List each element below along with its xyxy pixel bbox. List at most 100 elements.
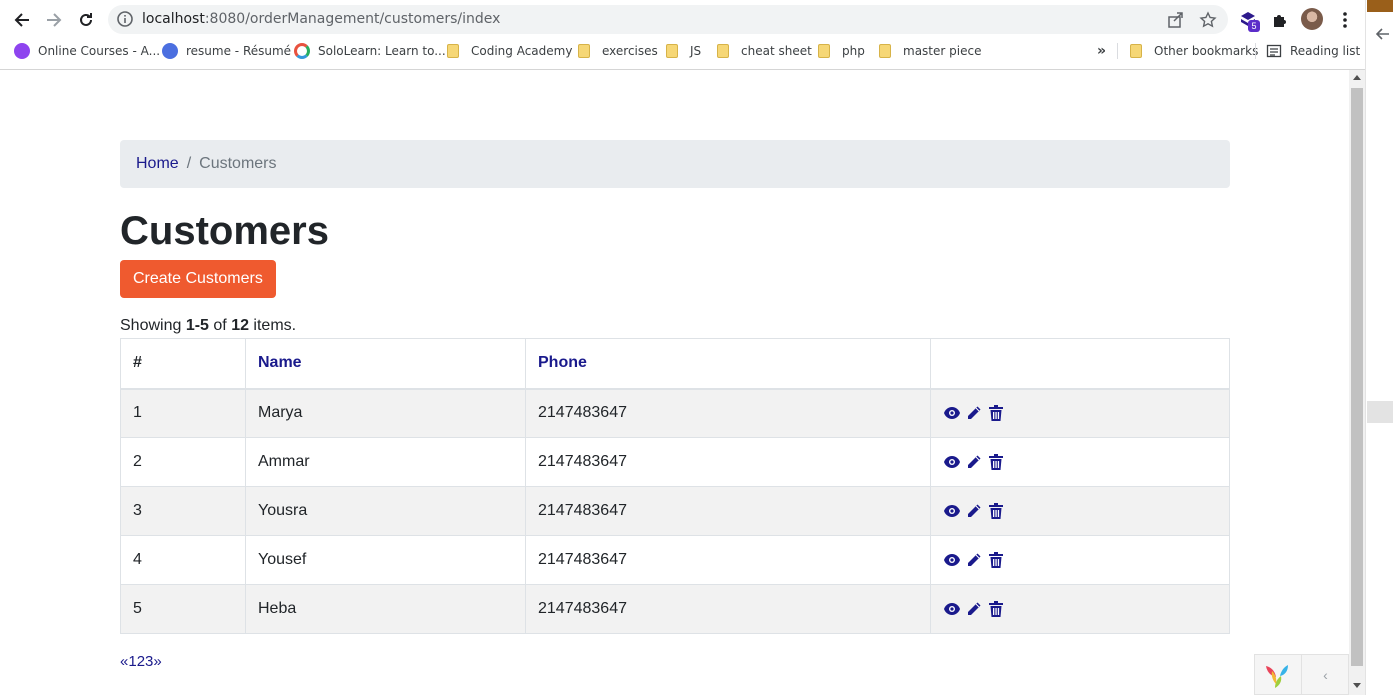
- bookmark-cheat-sheet[interactable]: cheat sheet: [715, 42, 812, 60]
- bookmark-php[interactable]: php: [816, 42, 865, 60]
- view-icon[interactable]: [943, 600, 961, 618]
- breadcrumb: Home / Customers: [120, 140, 1230, 188]
- view-icon[interactable]: [943, 502, 961, 520]
- bookmark-exercises[interactable]: exercises: [576, 42, 658, 60]
- bookmark-label: resume - Résumé: [186, 44, 292, 58]
- bookmark-coding-academy[interactable]: Coding Academy: [445, 42, 572, 60]
- pagination-page-2[interactable]: 2: [137, 653, 145, 670]
- profile-avatar[interactable]: [1301, 8, 1323, 30]
- debug-toolbar[interactable]: ‹: [1254, 654, 1349, 695]
- bookmark-label: exercises: [602, 44, 658, 58]
- column-header-num: #: [120, 338, 246, 390]
- view-icon[interactable]: [943, 404, 961, 422]
- row-actions: [943, 600, 1217, 618]
- bookmarks-divider: [1117, 43, 1118, 59]
- pagination-page-3[interactable]: 3: [145, 653, 153, 670]
- delete-icon[interactable]: [987, 502, 1005, 520]
- summary-prefix: Showing: [120, 317, 186, 334]
- bookmarks-divider: [1255, 43, 1256, 59]
- bookmark-online-courses[interactable]: Online Courses - A...: [14, 42, 160, 60]
- sort-by-phone-link[interactable]: Phone: [538, 354, 587, 371]
- reading-list-button[interactable]: Reading list: [1266, 42, 1360, 60]
- delete-icon[interactable]: [987, 453, 1005, 471]
- table-row: 1 Marya 2147483647: [120, 388, 1230, 438]
- table-body: 1 Marya 2147483647 2 Ammar 2147483647 3 Yousra 2…: [120, 388, 1230, 634]
- overflow-chevron-icon: »: [1097, 43, 1107, 59]
- reload-icon: [80, 13, 92, 26]
- scroll-thumb[interactable]: [1351, 88, 1363, 666]
- delete-icon[interactable]: [987, 551, 1005, 569]
- bookmark-other-bookmarks[interactable]: Other bookmarks: [1128, 42, 1258, 60]
- scroll-up-arrow[interactable]: [1353, 75, 1361, 80]
- cell-actions: [930, 388, 1230, 438]
- extensions-menu-button[interactable]: [1268, 8, 1292, 32]
- page-content: Home / Customers Customers Create Custom…: [0, 71, 1349, 695]
- cell-num: 2: [120, 437, 246, 487]
- adjacent-window-panel: [1367, 401, 1393, 423]
- share-icon[interactable]: [1167, 11, 1185, 29]
- create-customers-button[interactable]: Create Customers: [120, 260, 276, 298]
- puzzle-icon: [1274, 15, 1286, 27]
- arrow-left-icon: [1376, 28, 1389, 40]
- bookmark-label: master piece: [903, 44, 982, 58]
- delete-icon[interactable]: [987, 600, 1005, 618]
- cell-num: 3: [120, 486, 246, 536]
- back-button[interactable]: [9, 7, 35, 33]
- results-summary: Showing 1-5 of 12 items.: [120, 317, 296, 335]
- scroll-down-arrow[interactable]: [1353, 683, 1361, 688]
- edit-icon[interactable]: [965, 600, 983, 618]
- bookmark-label: Other bookmarks: [1154, 44, 1259, 58]
- bookmarks-overflow-button[interactable]: »: [1097, 42, 1106, 60]
- summary-middle: of: [208, 317, 232, 334]
- pagination: « 1 2 3 »: [120, 653, 162, 670]
- reading-list-icon: [1266, 44, 1282, 58]
- folder-icon: [879, 44, 891, 58]
- bookmark-master-piece[interactable]: master piece: [877, 42, 981, 60]
- cell-num: 4: [120, 535, 246, 585]
- url-text[interactable]: localhost:8080/orderManagement/customers…: [142, 11, 500, 27]
- pagination-page-1[interactable]: 1: [128, 653, 136, 670]
- delete-icon[interactable]: [987, 404, 1005, 422]
- edit-icon[interactable]: [965, 453, 983, 471]
- bookmark-label: cheat sheet: [741, 44, 812, 58]
- breadcrumb-home-link[interactable]: Home: [136, 155, 179, 173]
- yii-logo-icon: [1266, 665, 1288, 688]
- bookmark-label: php: [842, 44, 865, 58]
- browser-chrome: localhost:8080/orderManagement/customers…: [0, 0, 1365, 70]
- edit-icon[interactable]: [965, 551, 983, 569]
- extension-button[interactable]: 5: [1236, 8, 1260, 32]
- star-icon[interactable]: [1199, 11, 1217, 29]
- edit-icon[interactable]: [965, 502, 983, 520]
- folder-icon: [818, 44, 830, 58]
- adjacent-window-edge: [1365, 0, 1393, 695]
- forward-button[interactable]: [41, 7, 67, 33]
- edit-icon[interactable]: [965, 404, 983, 422]
- bookmark-resume[interactable]: resume - Résumé: [162, 42, 291, 60]
- pagination-next[interactable]: »: [153, 653, 161, 670]
- sort-by-name-link[interactable]: Name: [258, 354, 302, 371]
- browser-toolbar: localhost:8080/orderManagement/customers…: [0, 0, 1365, 38]
- bookmark-label: Online Courses - A...: [38, 44, 161, 58]
- summary-suffix: items.: [248, 317, 297, 334]
- view-icon[interactable]: [943, 551, 961, 569]
- page-title: Customers: [120, 209, 329, 253]
- page-scrollbar[interactable]: [1349, 70, 1365, 695]
- resume-icon: [162, 43, 178, 59]
- graduation-icon: [14, 43, 30, 59]
- row-actions: [943, 404, 1217, 422]
- browser-menu-button[interactable]: [1333, 8, 1357, 32]
- breadcrumb-current: Customers: [199, 155, 277, 172]
- table-header-row: # Name Phone: [120, 338, 1230, 390]
- cell-phone: 2147483647: [525, 437, 931, 487]
- cell-phone: 2147483647: [525, 584, 931, 634]
- bookmark-sololearn[interactable]: SoloLearn: Learn to...: [294, 42, 446, 60]
- bookmark-js[interactable]: JS: [664, 42, 701, 60]
- pagination-prev[interactable]: «: [120, 653, 128, 670]
- reload-button[interactable]: [73, 7, 99, 33]
- debug-toolbar-toggle[interactable]: ‹: [1301, 655, 1349, 695]
- address-bar[interactable]: localhost:8080/orderManagement/customers…: [108, 5, 1228, 34]
- breadcrumb-separator: /: [186, 155, 192, 172]
- view-icon[interactable]: [943, 453, 961, 471]
- table-row: 5 Heba 2147483647: [120, 584, 1230, 634]
- info-icon[interactable]: [116, 10, 134, 28]
